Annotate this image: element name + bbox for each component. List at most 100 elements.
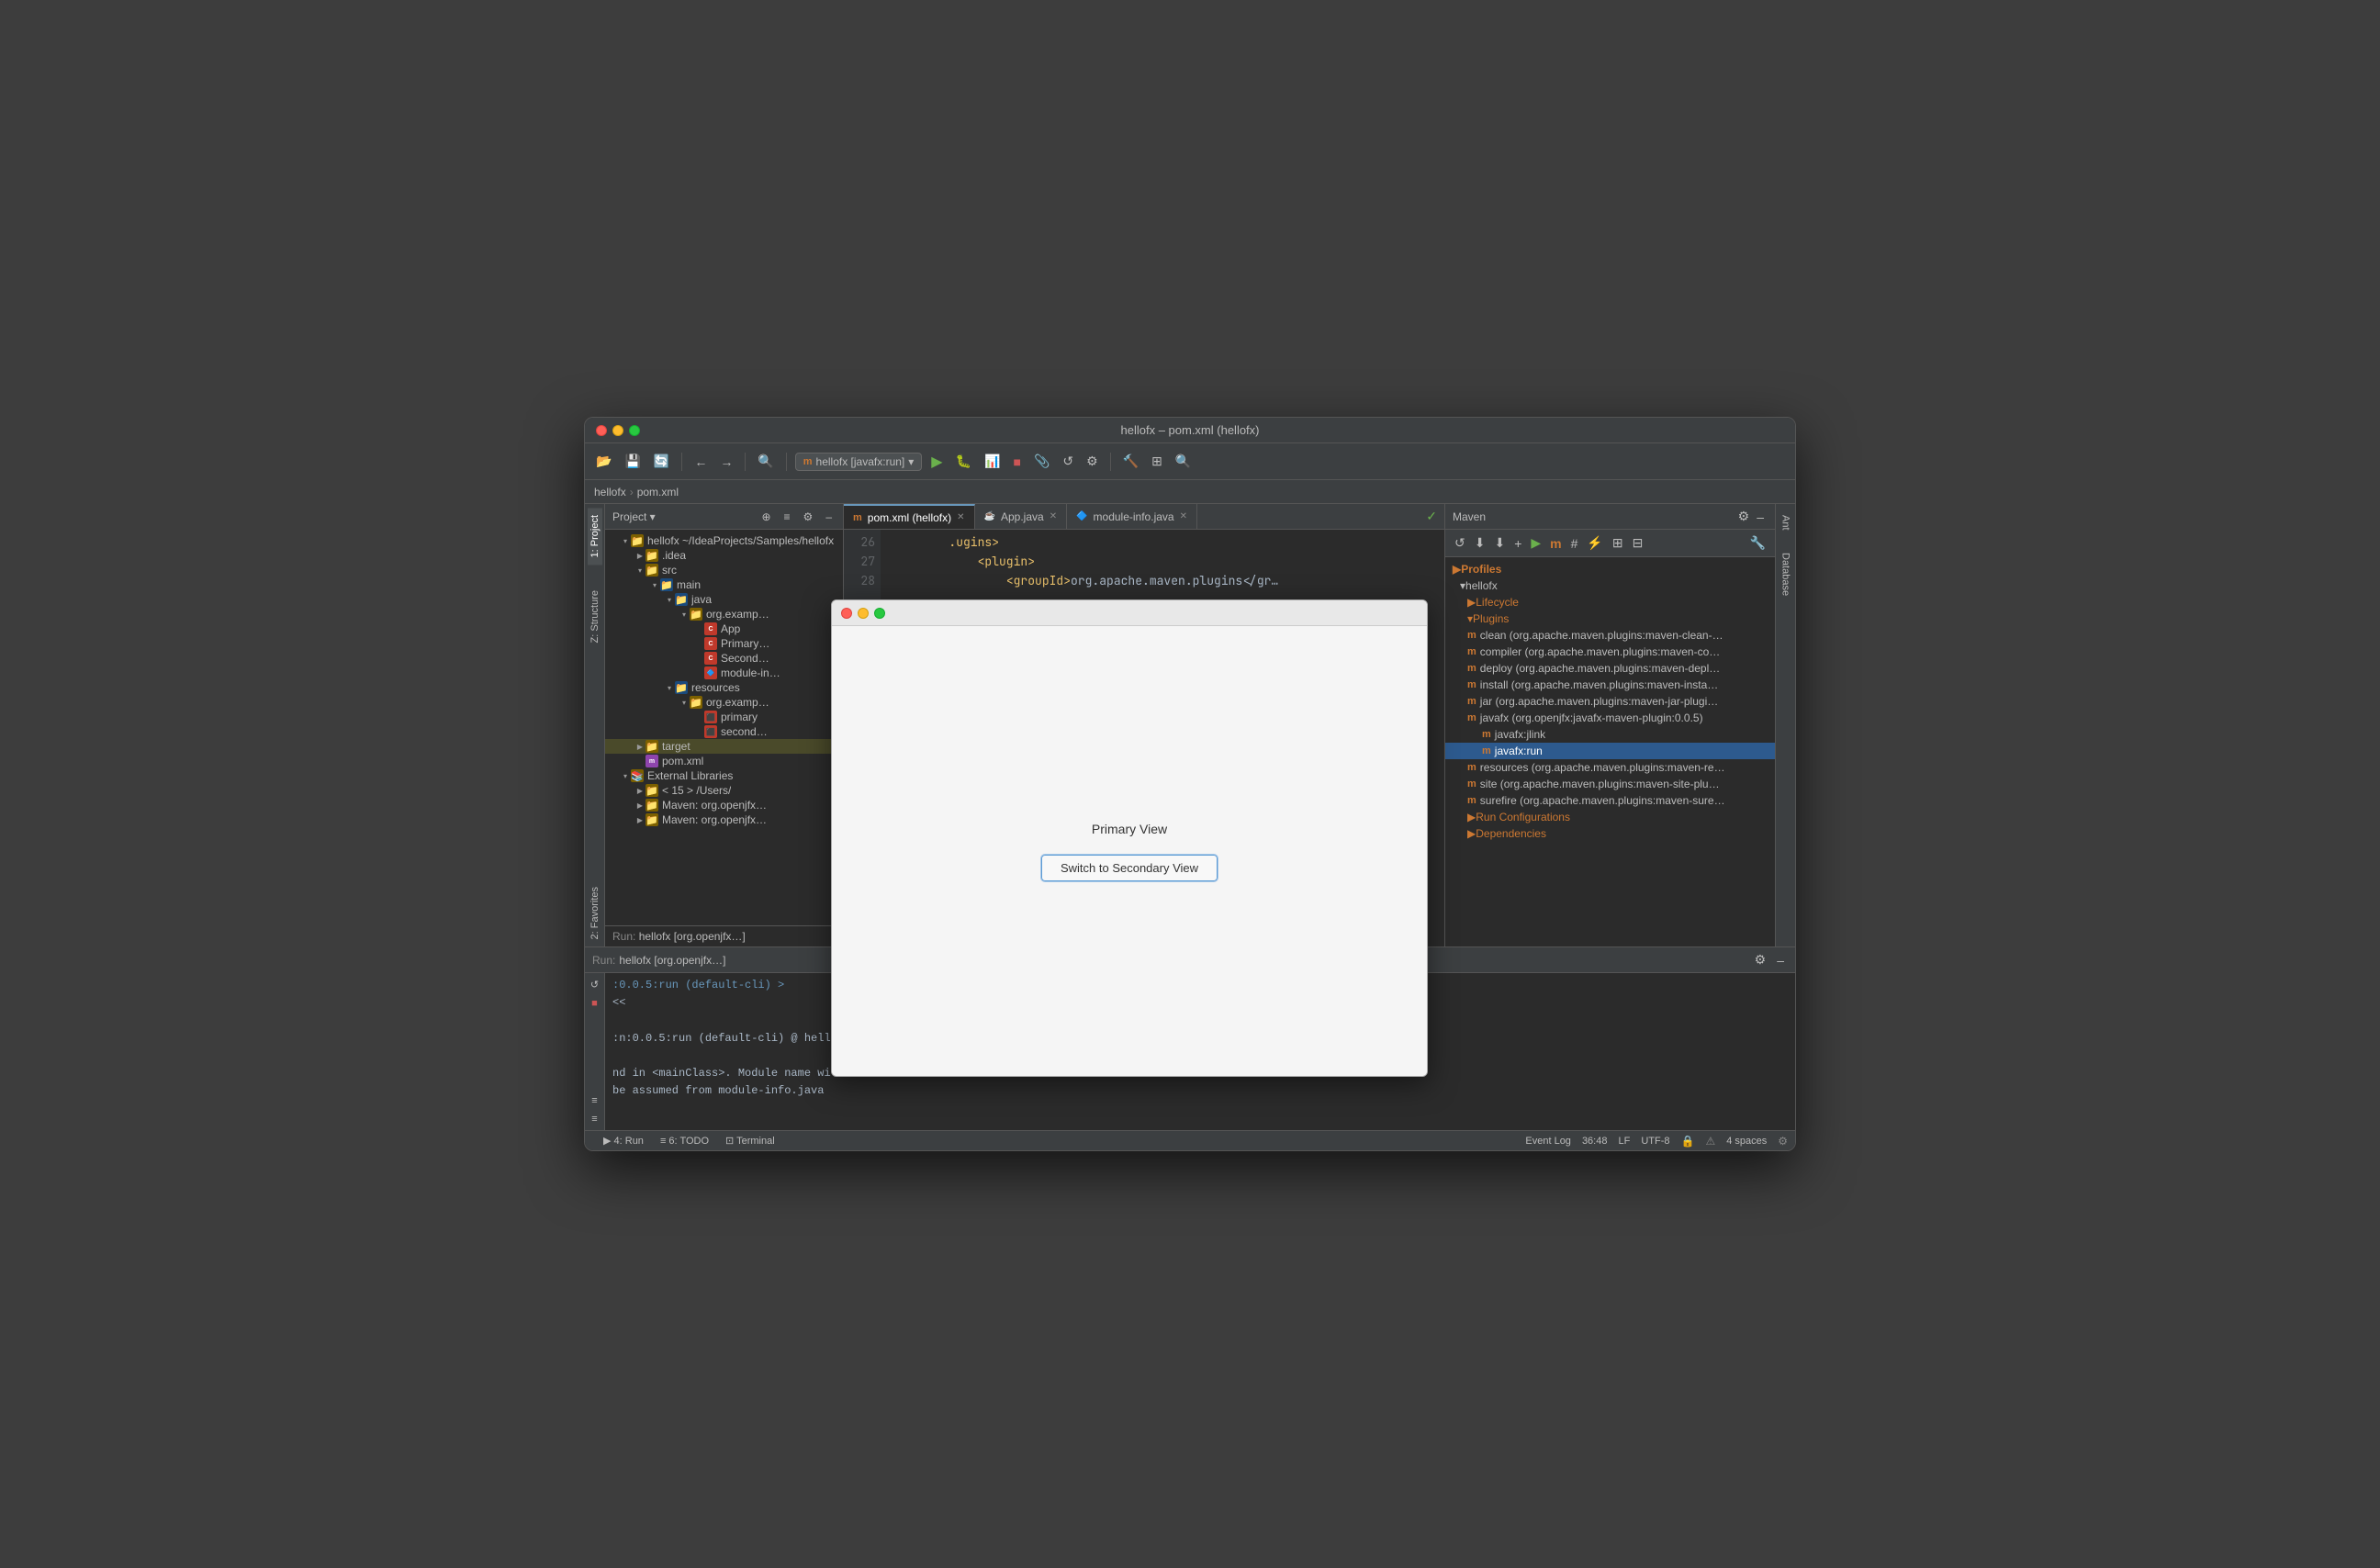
debug-button[interactable]: 🐛 xyxy=(952,452,975,471)
tree-item-maven2[interactable]: ▶ 📁 Maven: org.openjfx… xyxy=(605,812,843,827)
maven-run-configs[interactable]: ▶ Run Configurations xyxy=(1445,809,1775,825)
maven-plugin-resources[interactable]: m resources (org.apache.maven.plugins:ma… xyxy=(1445,759,1775,776)
tree-item-main[interactable]: ▾ 📁 main xyxy=(605,577,843,592)
event-log[interactable]: Event Log xyxy=(1525,1136,1571,1147)
run-scroll-btn[interactable]: ≡ xyxy=(588,1093,601,1108)
run-button[interactable]: ▶ xyxy=(927,451,946,473)
maximize-button[interactable] xyxy=(629,425,640,436)
maven-plugin-site[interactable]: m site (org.apache.maven.plugins:maven-s… xyxy=(1445,776,1775,792)
maven-download-sources-btn[interactable]: ⬇ xyxy=(1492,533,1507,553)
tab-close-pom[interactable]: ✕ xyxy=(957,512,964,522)
tree-item-java[interactable]: ▾ 📁 java xyxy=(605,592,843,607)
tree-item-app[interactable]: ▶ C App xyxy=(605,622,843,636)
bl-tab-run[interactable]: ▶ 4: Run xyxy=(596,1133,651,1148)
attach-debugger-btn[interactable]: 📎 xyxy=(1030,452,1053,471)
close-button[interactable] xyxy=(596,425,607,436)
javafx-minimize[interactable] xyxy=(858,608,869,619)
maven-settings-btn[interactable]: ⚙ xyxy=(1734,507,1754,526)
tab-module-info[interactable]: 🔷 module-info.java ✕ xyxy=(1067,504,1197,529)
maven-m-btn[interactable]: m xyxy=(1548,534,1563,553)
bl-tab-terminal[interactable]: ⊡ Terminal xyxy=(718,1133,782,1148)
run-settings-btn[interactable]: ⚙ xyxy=(1751,950,1770,969)
save-btn[interactable]: 💾 xyxy=(621,452,644,471)
sidebar-tab-project[interactable]: 1: Project xyxy=(588,508,602,565)
sidebar-tab-structure[interactable]: Z: Structure xyxy=(588,583,602,650)
maven-plugin-clean[interactable]: m clean (org.apache.maven.plugins:maven-… xyxy=(1445,627,1775,644)
tab-pom-xml[interactable]: m pom.xml (hellofx) ✕ xyxy=(844,504,975,529)
tree-item-org[interactable]: ▾ 📁 org.examp… xyxy=(605,607,843,622)
tree-item-module-info[interactable]: ▶ 🔷 module-in… xyxy=(605,666,843,680)
maven-close-btn[interactable]: – xyxy=(1753,508,1768,526)
warning-icon[interactable]: ⚠ xyxy=(1705,1135,1715,1148)
tree-item-secondary[interactable]: ▶ C Second… xyxy=(605,651,843,666)
tree-item-target[interactable]: ▶ 📁 target xyxy=(605,739,843,754)
tab-close-module[interactable]: ✕ xyxy=(1180,511,1187,521)
tree-item-ext-libs[interactable]: ▾ 📚 External Libraries xyxy=(605,768,843,783)
indent-settings[interactable]: 4 spaces xyxy=(1726,1136,1767,1147)
minimize-button[interactable] xyxy=(612,425,623,436)
tree-item-res-org[interactable]: ▾ 📁 org.examp… xyxy=(605,695,843,710)
run-stop-btn[interactable]: ■ xyxy=(588,996,601,1011)
tree-item-pom[interactable]: ▶ m pom.xml xyxy=(605,754,843,768)
maven-plugin-install[interactable]: m install (org.apache.maven.plugins:mave… xyxy=(1445,677,1775,693)
search-everywhere-btn[interactable]: 🔍 xyxy=(1172,452,1195,471)
maven-hellofx[interactable]: ▾ hellofx xyxy=(1445,577,1775,594)
maven-filter-btn[interactable]: ⚡ xyxy=(1585,533,1604,553)
maven-plugin-javafx[interactable]: m javafx (org.openjfx:javafx-maven-plugi… xyxy=(1445,710,1775,726)
breadcrumb-project[interactable]: hellofx xyxy=(594,486,626,498)
maven-add-btn[interactable]: + xyxy=(1512,534,1523,553)
terminal-btn[interactable]: ⊞ xyxy=(1148,452,1166,471)
stop-btn[interactable]: ■ xyxy=(1009,453,1024,471)
settings-btn[interactable]: ⚙ xyxy=(1083,452,1102,471)
run-scroll2-btn[interactable]: ≡ xyxy=(588,1112,601,1126)
tree-item-res-primary[interactable]: ▶ ⬛ primary xyxy=(605,710,843,724)
maven-plugin-compiler[interactable]: m compiler (org.apache.maven.plugins:mav… xyxy=(1445,644,1775,660)
maven-plugins-section[interactable]: ▾ Plugins xyxy=(1445,610,1775,627)
run-minimize-btn[interactable]: – xyxy=(1773,951,1788,969)
build-btn[interactable]: 🔨 xyxy=(1119,452,1142,471)
javafx-maximize[interactable] xyxy=(874,608,885,619)
tree-item-jdk[interactable]: ▶ 📁 < 15 > /Users/ xyxy=(605,783,843,798)
maven-collapse-btn[interactable]: ⊞ xyxy=(1611,533,1625,553)
collapse-all-btn[interactable]: ≡ xyxy=(780,509,794,525)
maven-plugin-surefire[interactable]: m surefire (org.apache.maven.plugins:mav… xyxy=(1445,792,1775,809)
reload-btn[interactable]: ↺ xyxy=(1059,452,1077,471)
tab-app-java[interactable]: ☕ App.java ✕ xyxy=(975,504,1068,529)
settings-icon[interactable]: ⚙ xyxy=(1778,1135,1788,1148)
maven-javafx-jlink[interactable]: m javafx:jlink xyxy=(1445,726,1775,743)
sync-btn[interactable]: 🔄 xyxy=(650,452,673,471)
run-with-coverage-btn[interactable]: 📊 xyxy=(981,452,1004,471)
back-btn[interactable]: ← xyxy=(690,453,711,471)
tree-item-src[interactable]: ▾ 📁 src xyxy=(605,563,843,577)
maven-expand-btn[interactable]: ⊟ xyxy=(1631,533,1645,553)
right-tab-database[interactable]: Database xyxy=(1779,545,1793,603)
maven-run-btn[interactable]: ▶ xyxy=(1529,533,1543,553)
maven-refresh-btn[interactable]: ↺ xyxy=(1453,533,1467,553)
run-restart-btn[interactable]: ↺ xyxy=(587,977,602,992)
javafx-close[interactable] xyxy=(841,608,852,619)
tree-item-resources[interactable]: ▾ 📁 resources xyxy=(605,680,843,695)
maven-dependencies[interactable]: ▶ Dependencies xyxy=(1445,825,1775,842)
lock-icon[interactable]: 🔒 xyxy=(1680,1135,1694,1148)
forward-btn[interactable]: → xyxy=(716,453,736,471)
maven-lifecycle[interactable]: ▶ Lifecycle xyxy=(1445,594,1775,610)
breadcrumb-file[interactable]: pom.xml xyxy=(637,486,679,498)
navigate-btn[interactable]: 🔍 xyxy=(754,452,777,471)
sidebar-tab-favorites[interactable]: 2: Favorites xyxy=(588,879,602,946)
tab-close-app[interactable]: ✕ xyxy=(1050,511,1057,521)
tree-item-maven1[interactable]: ▶ 📁 Maven: org.openjfx… xyxy=(605,798,843,812)
maven-group-btn[interactable]: # xyxy=(1569,534,1580,553)
line-separator[interactable]: LF xyxy=(1618,1136,1630,1147)
bl-tab-todo[interactable]: ≡ 6: TODO xyxy=(653,1134,716,1148)
tree-item-primary[interactable]: ▶ C Primary… xyxy=(605,636,843,651)
switch-to-secondary-button[interactable]: Switch to Secondary View xyxy=(1041,855,1218,881)
maven-plugin-jar[interactable]: m jar (org.apache.maven.plugins:maven-ja… xyxy=(1445,693,1775,710)
maven-wrench-btn[interactable]: 🔧 xyxy=(1748,533,1768,553)
maven-profiles[interactable]: ▶ Profiles xyxy=(1445,561,1775,577)
right-tab-ant[interactable]: Ant xyxy=(1779,508,1793,538)
maven-plugin-deploy[interactable]: m deploy (org.apache.maven.plugins:maven… xyxy=(1445,660,1775,677)
encoding[interactable]: UTF-8 xyxy=(1641,1136,1669,1147)
settings-project-btn[interactable]: ⚙ xyxy=(800,509,817,525)
open-folder-btn[interactable]: 📂 xyxy=(592,452,615,471)
sync-project-btn[interactable]: ⊕ xyxy=(758,509,774,525)
